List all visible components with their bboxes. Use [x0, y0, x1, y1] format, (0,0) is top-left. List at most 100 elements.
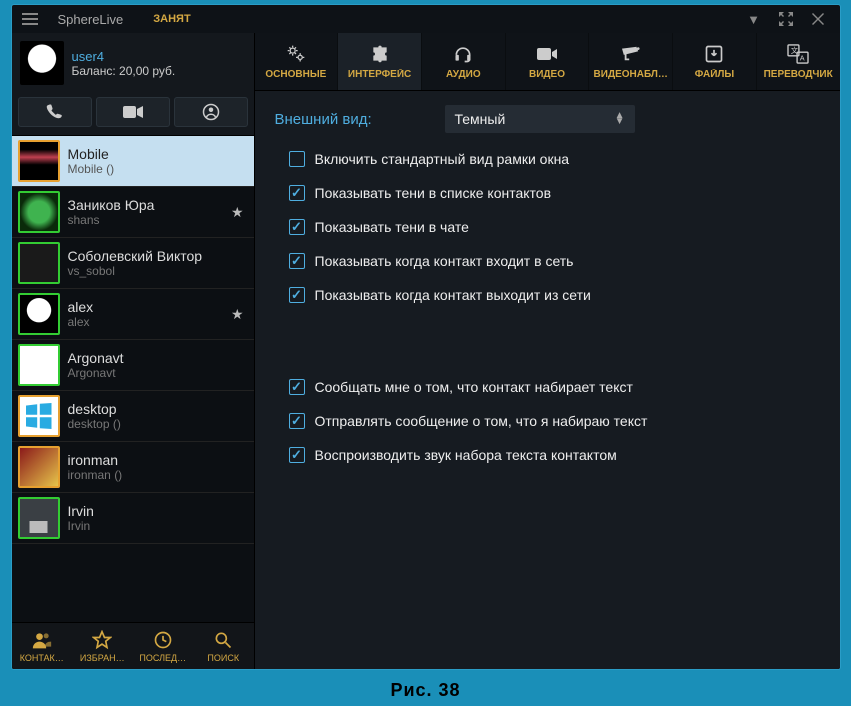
call-button[interactable] [18, 97, 92, 127]
translate-icon: 文A [787, 43, 809, 65]
contact-row[interactable]: Irvin Irvin [12, 493, 254, 544]
camera-icon [536, 43, 558, 65]
contact-sub: Mobile () [68, 162, 248, 176]
contact-row[interactable]: Mobile Mobile () [12, 136, 254, 187]
checkbox-row: Показывать тени в списке контактов [289, 185, 820, 201]
figure-caption: Рис. 38 [390, 680, 460, 701]
checkbox-label: Воспроизводить звук набора текста контак… [315, 447, 617, 463]
contact-name: Argonavt [68, 350, 248, 366]
checkbox[interactable] [289, 151, 305, 167]
settings-tab-cctv[interactable]: ВИДЕОНАБЛ… [589, 33, 673, 90]
tab-label: ФАЙЛЫ [693, 69, 737, 80]
user-avatar[interactable] [20, 41, 64, 85]
checkbox[interactable] [289, 413, 305, 429]
clock-icon [153, 629, 173, 651]
settings-tab-puzzle[interactable]: ИНТЕРФЕЙС [338, 33, 422, 90]
contact-row[interactable]: Argonavt Argonavt [12, 340, 254, 391]
app-title: SphereLive [58, 12, 124, 27]
settings-tab-translate[interactable]: 文AПЕРЕВОДЧИК [757, 33, 840, 90]
bottom-tabs: КОНТАК… ИЗБРАН… ПОСЛЕД… ПОИСК [12, 622, 254, 669]
checkbox-row: Включить стандартный вид рамки окна [289, 151, 820, 167]
gears-icon [285, 43, 307, 65]
bottom-tab-star[interactable]: ИЗБРАН… [72, 623, 133, 669]
bottom-tab-clock[interactable]: ПОСЛЕД… [133, 623, 194, 669]
cctv-icon [620, 43, 642, 65]
theme-select[interactable]: Темный ▲▼ [445, 105, 635, 133]
contact-avatar [18, 293, 60, 335]
bottom-tab-contacts[interactable]: КОНТАК… [12, 623, 73, 669]
tab-label: ОСНОВНЫЕ [263, 69, 328, 80]
menu-icon[interactable] [22, 7, 46, 31]
btab-label: ПОСЛЕД… [139, 653, 186, 663]
contact-row[interactable]: Заников Юра shans ★ [12, 187, 254, 238]
theme-value: Темный [455, 111, 506, 127]
app-window: SphereLive ЗАНЯТ ▼ user4 Баланс: 20,00 р… [11, 4, 841, 670]
contact-sub: shans [68, 213, 223, 227]
contact-avatar [18, 395, 60, 437]
contact-avatar [18, 344, 60, 386]
checkbox-row: Показывать тени в чате [289, 219, 820, 235]
contact-name: desktop [68, 401, 248, 417]
contact-row[interactable]: ironman ironman () [12, 442, 254, 493]
contact-name: Irvin [68, 503, 248, 519]
checkbox-label: Включить стандартный вид рамки окна [315, 151, 570, 167]
download-icon [704, 43, 724, 65]
contact-row[interactable]: alex alex ★ [12, 289, 254, 340]
btab-label: ИЗБРАН… [80, 653, 125, 663]
checkbox[interactable] [289, 447, 305, 463]
dropdown-icon[interactable]: ▼ [742, 7, 766, 31]
contacts-list: Mobile Mobile () Заников Юра shans ★ Соб… [12, 135, 254, 622]
settings-tab-camera[interactable]: ВИДЕО [506, 33, 590, 90]
contact-row[interactable]: Соболевский Виктор vs_sobol [12, 238, 254, 289]
checkbox[interactable] [289, 379, 305, 395]
contact-avatar [18, 191, 60, 233]
video-button[interactable] [96, 97, 170, 127]
contact-sub: desktop () [68, 417, 248, 431]
checkbox-row: Показывать когда контакт входит в сеть [289, 253, 820, 269]
select-caret-icon: ▲▼ [615, 113, 625, 125]
contact-name: Заников Юра [68, 197, 223, 213]
btab-label: КОНТАК… [20, 653, 64, 663]
contact-sub: Irvin [68, 519, 248, 533]
checkbox[interactable] [289, 219, 305, 235]
contact-sub: ironman () [68, 468, 248, 482]
star-icon [92, 629, 112, 651]
close-icon[interactable] [806, 7, 830, 31]
bottom-tab-search[interactable]: ПОИСК [193, 623, 254, 669]
settings-body: Внешний вид: Темный ▲▼ Включить стандарт… [255, 91, 840, 669]
status-text: ЗАНЯТ [153, 13, 190, 25]
contact-avatar [18, 242, 60, 284]
checkbox[interactable] [289, 185, 305, 201]
settings-tab-headset[interactable]: АУДИО [422, 33, 506, 90]
svg-text:A: A [800, 53, 805, 62]
star-icon: ★ [231, 306, 244, 323]
checkbox-row: Воспроизводить звук набора текста контак… [289, 447, 820, 463]
settings-tab-download[interactable]: ФАЙЛЫ [673, 33, 757, 90]
tab-label: ВИДЕО [527, 69, 567, 80]
contact-sub: Argonavt [68, 366, 248, 380]
tab-label: ИНТЕРФЕЙС [346, 69, 413, 80]
contact-row[interactable]: desktop desktop () [12, 391, 254, 442]
checkbox-label: Показывать когда контакт входит в сеть [315, 253, 574, 269]
tab-label: АУДИО [444, 69, 483, 80]
checkbox-label: Сообщать мне о том, что контакт набирает… [315, 379, 633, 395]
tab-label: ВИДЕОНАБЛ… [592, 69, 670, 80]
headset-icon [453, 43, 473, 65]
contact-sub: vs_sobol [68, 264, 248, 278]
settings-tab-gears[interactable]: ОСНОВНЫЕ [255, 33, 339, 90]
search-icon [213, 629, 233, 651]
checkbox[interactable] [289, 287, 305, 303]
contact-sub: alex [68, 315, 223, 329]
main-panel: ОСНОВНЫЕ ИНТЕРФЕЙС АУДИО ВИДЕО ВИДЕОНАБЛ… ФАЙ… [255, 33, 840, 669]
profile-button[interactable] [174, 97, 248, 127]
fullscreen-icon[interactable] [774, 7, 798, 31]
checkbox-label: Показывать тени в списке контактов [315, 185, 552, 201]
user-box: user4 Баланс: 20,00 руб. [12, 33, 254, 93]
contact-name: Соболевский Виктор [68, 248, 248, 264]
star-icon: ★ [231, 204, 244, 221]
checkbox-row: Отправлять сообщение о том, что я набира… [289, 413, 820, 429]
contact-name: Mobile [68, 146, 248, 162]
checkbox-row: Сообщать мне о том, что контакт набирает… [289, 379, 820, 395]
checkbox[interactable] [289, 253, 305, 269]
contact-name: ironman [68, 452, 248, 468]
